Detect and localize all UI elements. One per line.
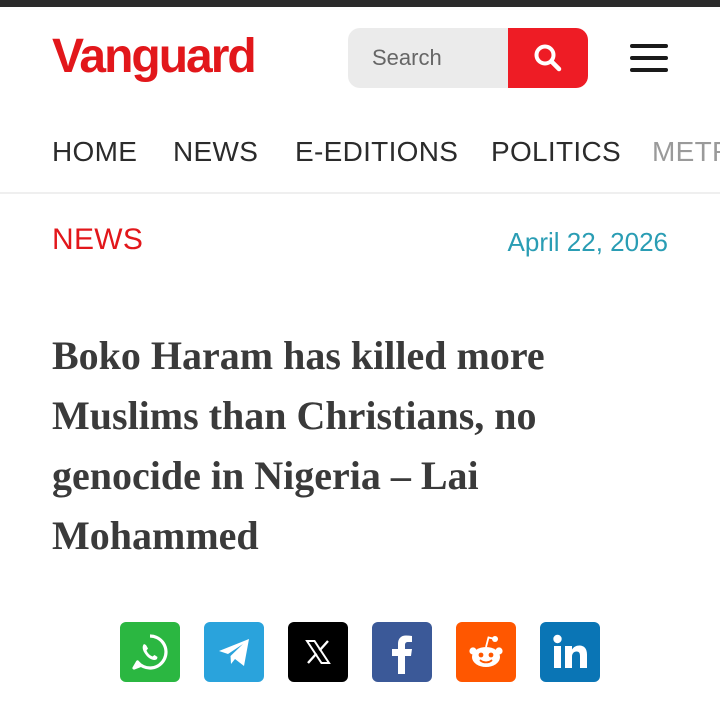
nav-item-politics[interactable]: POLITICS [491,135,621,169]
main-nav: HOME NEWS E-EDITIONS POLITICS METRO [0,107,720,194]
menu-icon-bar [630,44,668,48]
article-headline: Boko Haram has killed more Muslims than … [52,333,545,558]
whatsapp-icon [132,634,168,670]
menu-icon-bar [630,56,668,60]
reddit-icon [469,636,503,667]
x-share-button[interactable] [288,622,348,682]
search-button[interactable] [508,28,588,88]
top-border-bar [0,0,720,7]
linkedin-icon [553,634,587,668]
x-icon [305,640,331,664]
article-meta: NEWS April 22, 2026 [0,196,720,286]
menu-icon-bar [630,68,668,72]
facebook-share-button[interactable] [372,622,432,682]
reddit-share-button[interactable] [456,622,516,682]
hamburger-menu-button[interactable] [630,44,668,72]
telegram-icon [219,639,249,666]
nav-item-home[interactable]: HOME [52,135,137,169]
linkedin-share-button[interactable] [540,622,600,682]
telegram-share-button[interactable] [204,622,264,682]
facebook-icon [392,635,412,674]
nav-item-e-editions[interactable]: E-EDITIONS [295,135,458,169]
publish-date: April 22, 2026 [507,227,668,257]
search-form [348,28,588,88]
whatsapp-share-button[interactable] [120,622,180,682]
site-header: Vanguard [0,7,720,107]
search-icon [534,44,562,72]
search-input[interactable] [348,28,508,88]
nav-item-news[interactable]: NEWS [173,135,258,169]
vanguard-logo[interactable]: Vanguard [52,29,257,85]
category-link[interactable]: NEWS [52,222,143,258]
nav-item-metro[interactable]: METRO [652,135,720,169]
